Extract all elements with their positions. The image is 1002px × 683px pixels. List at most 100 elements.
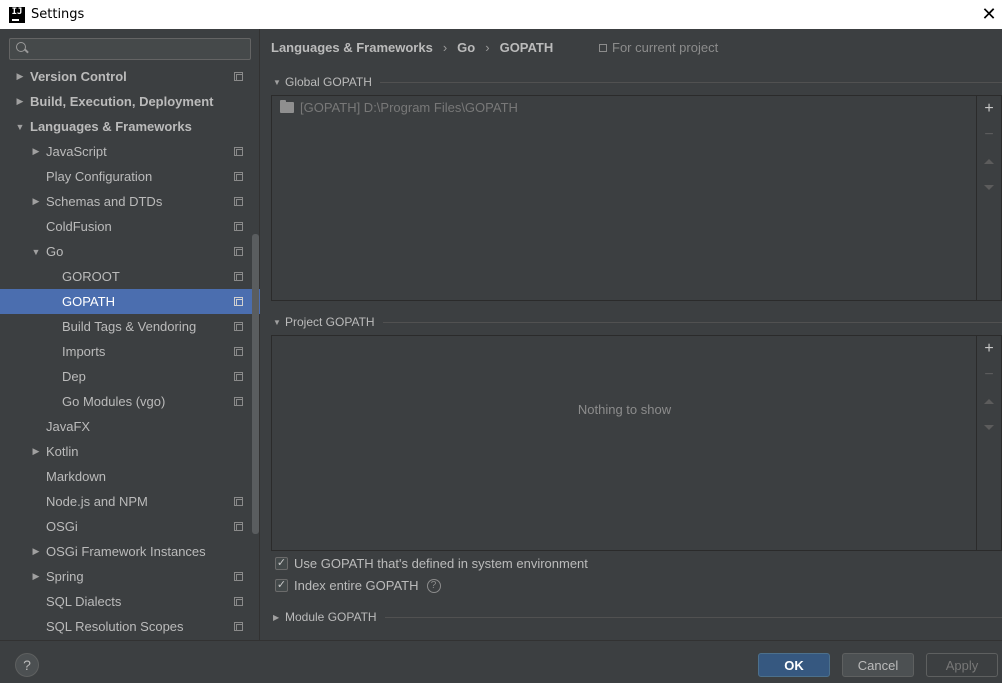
project-scope-icon — [234, 147, 243, 156]
tree-item[interactable]: Imports — [0, 339, 252, 364]
apply-button[interactable]: Apply — [926, 653, 998, 677]
global-gopath-header[interactable]: ▼ Global GOPATH — [273, 75, 1002, 89]
add-button[interactable]: + — [977, 336, 1001, 362]
tree-item-label: Build, Execution, Deployment — [30, 94, 214, 109]
settings-sidebar: ▶ Version Control ▶ Build, Execution, Deplo… — [0, 29, 260, 640]
breadcrumb-languages-frameworks[interactable]: Languages & Frameworks — [271, 40, 433, 55]
empty-list-text: Nothing to show — [577, 402, 672, 417]
remove-button[interactable]: − — [977, 122, 1001, 148]
project-scope-icon — [234, 297, 243, 306]
tree-item-label: Spring — [46, 569, 84, 584]
project-scope-icon — [234, 522, 243, 531]
global-gopath-list: [GOPATH] D:\Program Files\GOPATH + − — [271, 95, 1002, 301]
help-icon[interactable]: ? — [426, 578, 441, 593]
expand-arrow-icon[interactable]: ▶ — [14, 96, 26, 107]
tree-item[interactable]: GOROOT — [0, 264, 252, 289]
tree-item-label: Dep — [62, 369, 86, 384]
expand-arrow-icon[interactable]: ▶ — [30, 446, 42, 457]
project-scope-icon — [234, 397, 243, 406]
tree-item[interactable]: ▶ JavaScript — [0, 139, 252, 164]
tree-item[interactable]: SQL Resolution Scopes — [0, 614, 252, 639]
module-gopath-header[interactable]: ▶ Module GOPATH — [273, 610, 1002, 624]
tree-item[interactable]: Dep — [0, 364, 252, 389]
collapse-arrow-icon[interactable]: ▼ — [14, 122, 26, 132]
move-down-button[interactable] — [977, 174, 1001, 200]
breadcrumb-gopath: GOPATH — [499, 39, 554, 55]
move-up-button[interactable] — [977, 148, 1001, 174]
arrow-down-icon — [984, 184, 994, 190]
tree-item[interactable]: ▶ Schemas and DTDs — [0, 189, 252, 214]
arrow-down-icon — [984, 424, 994, 430]
project-scope-icon — [234, 172, 243, 181]
project-scope-icon — [234, 247, 243, 256]
cancel-button[interactable]: Cancel — [842, 653, 914, 677]
tree-item[interactable]: ColdFusion — [0, 214, 252, 239]
tree-item-label: Markdown — [46, 469, 106, 484]
tree-item-label: GOROOT — [62, 269, 120, 284]
close-window-button[interactable]: ✕ — [976, 0, 1002, 29]
tree-item[interactable]: SQL Dialects — [0, 589, 252, 614]
project-scope-icon — [234, 322, 243, 331]
tree-item[interactable]: Build Tags & Vendoring — [0, 314, 252, 339]
expand-arrow-icon[interactable]: ▶ — [30, 146, 42, 157]
tree-item-label: Version Control — [30, 69, 127, 84]
tree-item-label: JavaFX — [46, 419, 91, 434]
tree-item[interactable]: Node.js and NPM — [0, 489, 252, 514]
settings-tree: ▶ Version Control ▶ Build, Execution, Deplo… — [0, 64, 260, 639]
tree-item[interactable]: ▶ Version Control — [0, 64, 252, 89]
tree-item[interactable]: Go Modules (vgo) — [0, 389, 252, 414]
tree-item[interactable]: ▼ Languages & Frameworks — [0, 114, 252, 139]
add-button[interactable]: + — [977, 96, 1001, 122]
expand-arrow-icon[interactable]: ▶ — [30, 571, 42, 582]
scope-indicator: For current project — [599, 40, 718, 55]
tree-item[interactable]: GOPATH — [0, 289, 260, 314]
collapse-arrow-icon: ▼ — [273, 317, 281, 327]
expand-arrow-icon[interactable]: ▶ — [14, 71, 26, 82]
tree-item-label: JavaScript — [46, 144, 107, 159]
project-scope-icon — [234, 622, 243, 631]
tree-item[interactable]: ▶ Spring — [0, 564, 252, 589]
sidebar-scrollbar[interactable] — [252, 234, 259, 534]
ok-button[interactable]: OK — [758, 653, 830, 677]
project-scope-icon — [234, 72, 243, 81]
project-gopath-list: Nothing to show + − — [271, 335, 1002, 551]
dialog-footer: ? OK Cancel Apply — [0, 640, 1002, 683]
expand-arrow-icon: ▶ — [273, 612, 280, 622]
help-button[interactable]: ? — [15, 653, 39, 677]
list-item[interactable]: [GOPATH] D:\Program Files\GOPATH — [272, 96, 976, 118]
window-title: Settings — [31, 7, 85, 22]
breadcrumb-go[interactable]: Go — [457, 40, 475, 55]
tree-item[interactable]: ▶ OSGi Framework Instances — [0, 539, 252, 564]
move-up-button[interactable] — [977, 388, 1001, 414]
tree-item[interactable]: ▼ Go — [0, 239, 252, 264]
index-entire-gopath-option[interactable]: ✓ Index entire GOPATH ? — [275, 578, 441, 593]
tree-item-label: Schemas and DTDs — [46, 194, 163, 209]
expand-arrow-icon[interactable]: ▶ — [30, 546, 42, 557]
remove-button[interactable]: − — [977, 362, 1001, 388]
tree-item-label: OSGi — [46, 519, 78, 534]
tree-item[interactable]: Play Configuration — [0, 164, 252, 189]
settings-search-field[interactable] — [9, 38, 251, 60]
tree-item[interactable]: ▶ Kotlin — [0, 439, 252, 464]
tree-item[interactable]: ▶ Build, Execution, Deployment — [0, 89, 252, 114]
breadcrumb: Languages & Frameworks › Go › GOPATH — [271, 38, 553, 56]
expand-arrow-icon[interactable]: ▶ — [30, 196, 42, 207]
project-gopath-toolbar: + − — [977, 336, 1001, 440]
tree-item[interactable]: OSGi — [0, 514, 252, 539]
collapse-arrow-icon[interactable]: ▼ — [30, 247, 42, 257]
section-divider — [384, 616, 1002, 618]
tree-item[interactable]: JavaFX — [0, 414, 252, 439]
section-divider — [379, 81, 1002, 83]
project-gopath-header[interactable]: ▼ Project GOPATH — [273, 315, 1002, 329]
index-entire-gopath-checkbox[interactable]: ✓ — [275, 579, 288, 592]
use-env-gopath-checkbox[interactable]: ✓ — [275, 557, 288, 570]
use-env-gopath-option[interactable]: ✓ Use GOPATH that's defined in system en… — [275, 556, 588, 571]
move-down-button[interactable] — [977, 414, 1001, 440]
tree-item-label: SQL Resolution Scopes — [46, 619, 184, 634]
tree-item[interactable]: Markdown — [0, 464, 252, 489]
project-scope-icon — [234, 497, 243, 506]
arrow-up-icon — [984, 398, 994, 404]
settings-content: Languages & Frameworks › Go › GOPATH For… — [261, 29, 1002, 640]
global-gopath-title: Global GOPATH — [285, 75, 372, 89]
scope-label: For current project — [612, 40, 719, 55]
